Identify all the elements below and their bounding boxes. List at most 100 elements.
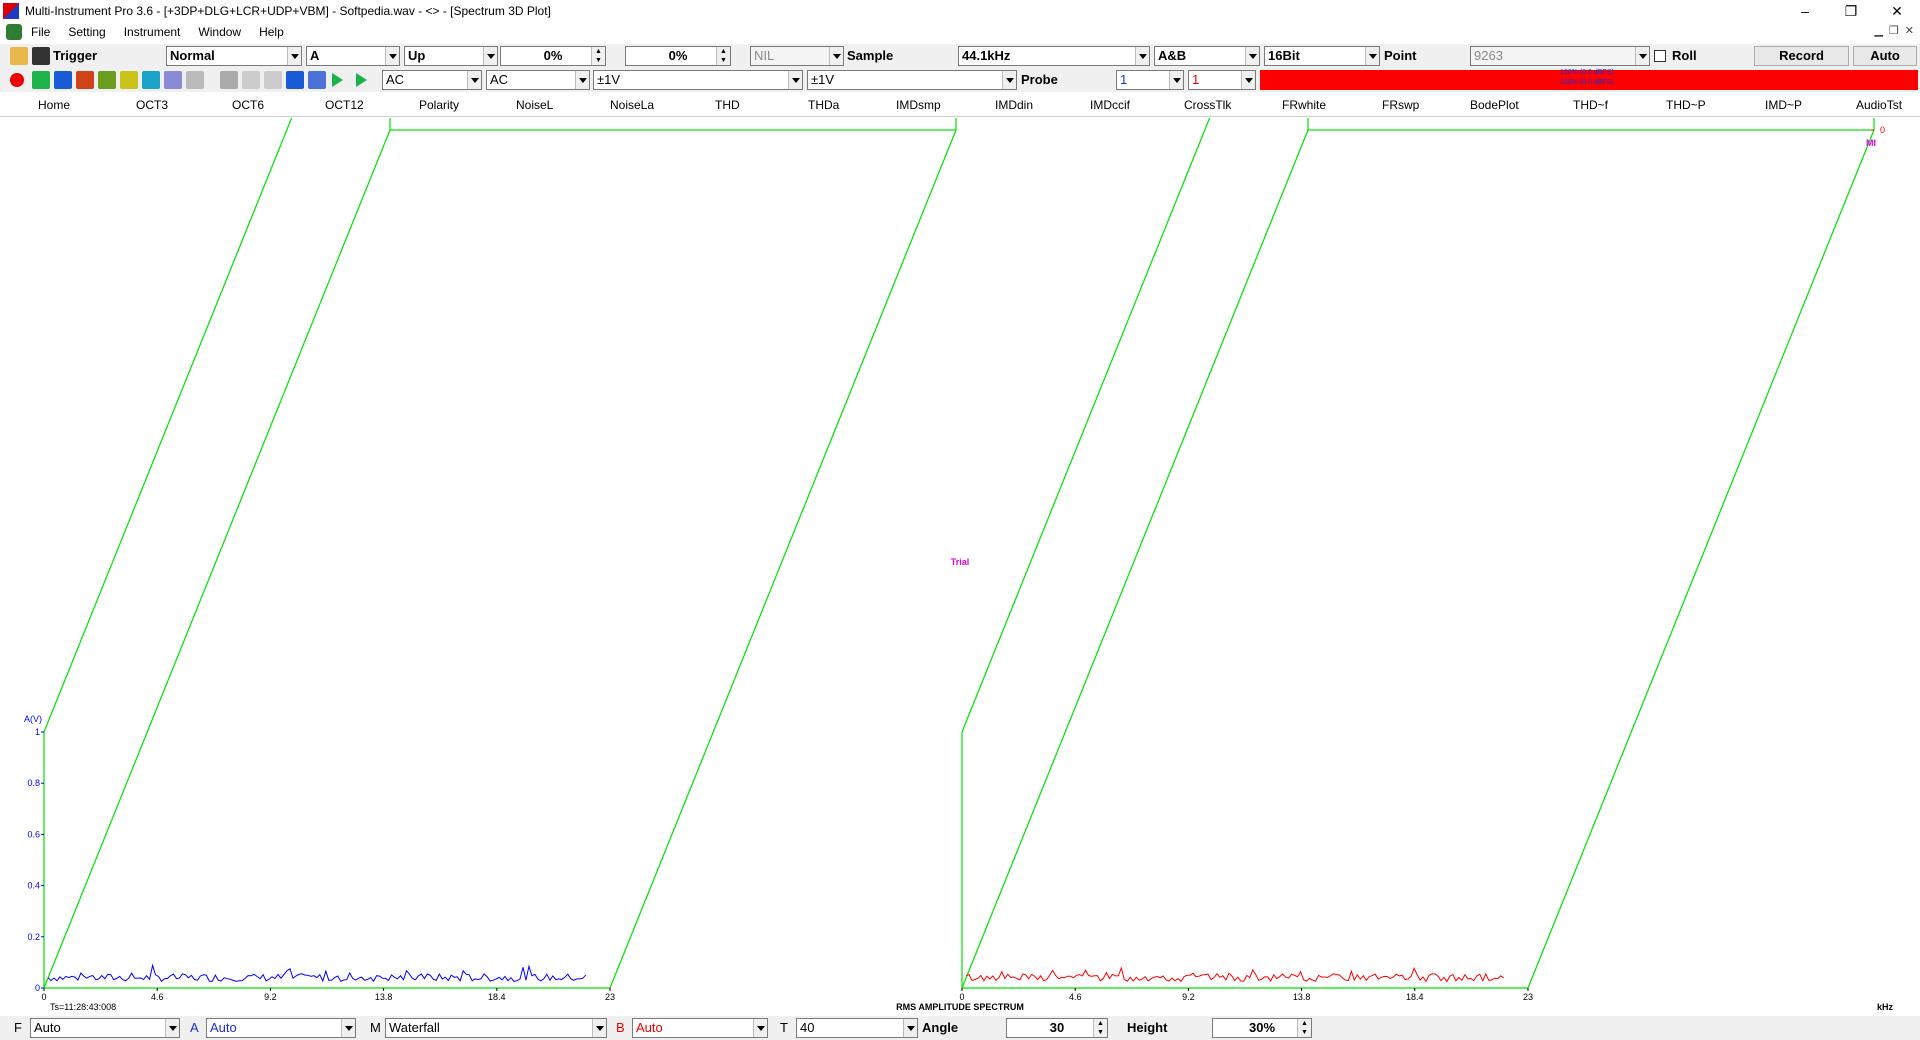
frame-back-panel	[1307, 118, 1875, 131]
y-tick-label: 1	[35, 727, 40, 737]
calibrate-b-icon[interactable]	[264, 71, 282, 89]
tab-oct12[interactable]: OCT12	[325, 93, 364, 117]
channel-a-scale-select[interactable]: Auto	[206, 1018, 356, 1038]
tab-crosstlk[interactable]: CrossTlk	[1184, 93, 1231, 117]
record-dot-icon[interactable]	[10, 73, 24, 87]
play-icon[interactable]	[332, 73, 343, 87]
x-tick-label: 4.6	[1069, 992, 1082, 1002]
trigger-edge-select[interactable]: Up	[404, 46, 498, 66]
height-stepper[interactable]: 30% ▲ ▼	[1212, 1018, 1312, 1038]
menu-file[interactable]: File	[22, 25, 59, 39]
mdi-window-icon[interactable]	[6, 24, 22, 40]
toolbar-trigger: Trigger Normal A Up 0% ▲ ▼ 0% ▲ ▼ NIL Sample…	[0, 44, 1920, 68]
play-once-icon[interactable]	[356, 73, 367, 87]
signal-generator-icon[interactable]	[98, 71, 116, 89]
save-disk-icon[interactable]	[32, 47, 50, 65]
probe-label: Probe	[1021, 72, 1058, 87]
auto-button[interactable]: Auto	[1853, 46, 1917, 66]
bit-depth-select[interactable]: 16Bit	[1264, 46, 1380, 66]
trigger-channel-select[interactable]: A	[306, 46, 400, 66]
probe-b-select[interactable]: 1	[1188, 70, 1256, 90]
dds-generator-icon[interactable]	[120, 71, 138, 89]
y-tick-label: 0	[35, 983, 40, 993]
menu-help[interactable]: Help	[250, 25, 293, 39]
tab-thd-p[interactable]: THD~P	[1666, 93, 1706, 117]
probe-a-select[interactable]: 1	[1116, 70, 1184, 90]
mdi-close-icon[interactable]: ✕	[1905, 24, 1914, 37]
close-button[interactable]: ✕	[1874, 0, 1920, 22]
point-select[interactable]: 9263	[1470, 46, 1650, 66]
tab-thda[interactable]: THDa	[808, 93, 839, 117]
speaker-icon[interactable]	[308, 71, 326, 89]
tab-bodeplot[interactable]: BodePlot	[1470, 93, 1519, 117]
mdi-restore-icon[interactable]: ❐	[1889, 24, 1899, 37]
multimeter-icon[interactable]	[76, 71, 94, 89]
menu-window[interactable]: Window	[189, 25, 250, 39]
level-meter-b: 100% (0.0 dBFS)	[1260, 79, 1918, 90]
y-tick-label: 0.6	[27, 829, 40, 839]
menu-instrument[interactable]: Instrument	[115, 25, 190, 39]
tab-audiotst[interactable]: AudioTst	[1856, 93, 1902, 117]
x-tick-label: 18.4	[1406, 992, 1424, 1002]
spectrum-3d-svg: 10.80.60.40.20A(V)04.69.213.818.42310.80…	[24, 118, 1894, 1012]
trigger-level-stepper[interactable]: 0% ▲ ▼	[500, 46, 606, 66]
trigger-delay-stepper[interactable]: 0% ▲ ▼	[625, 46, 731, 66]
spectrum-trace-b	[965, 966, 1504, 983]
tab-thd-f[interactable]: THD~f	[1573, 93, 1608, 117]
timestamp: Ts=11:28:43:008	[50, 1002, 116, 1012]
tab-home[interactable]: Home	[38, 93, 70, 117]
a-axis-title: A(V)	[24, 714, 42, 724]
range-a-select[interactable]: ±1V	[593, 70, 803, 90]
spectrum-3d-plot[interactable]: 10.80.60.40.20A(V)04.69.213.818.42310.80…	[0, 118, 1920, 1016]
plot-mode-select[interactable]: Waterfall	[385, 1018, 607, 1038]
tab-imdccif[interactable]: IMDccif	[1090, 93, 1130, 117]
tab-oct3[interactable]: OCT3	[136, 93, 168, 117]
calibrate-a-icon[interactable]	[242, 71, 260, 89]
angle-stepper[interactable]: 30 ▲ ▼	[1006, 1018, 1108, 1038]
record-button[interactable]: Record	[1754, 46, 1849, 66]
minimize-button[interactable]: –	[1782, 0, 1828, 22]
wrench-icon[interactable]	[286, 71, 304, 89]
tab-frswp[interactable]: FRswp	[1382, 93, 1419, 117]
roll-label: Roll	[1672, 48, 1697, 63]
menu-setting[interactable]: Setting	[59, 25, 114, 39]
height-label: Height	[1127, 1020, 1168, 1035]
channel-b-scale-select[interactable]: Auto	[632, 1018, 768, 1038]
restore-button[interactable]: ❐	[1828, 0, 1874, 22]
y-tick-label: 0.8	[27, 778, 40, 788]
tab-noisela[interactable]: NoiseLa	[610, 93, 654, 117]
tab-imddin[interactable]: IMDdin	[995, 93, 1033, 117]
coupling-a-select[interactable]: AC	[382, 70, 482, 90]
mdi-minimize-icon[interactable]: ▁	[1874, 24, 1882, 37]
tab-polarity[interactable]: Polarity	[419, 93, 459, 117]
range-b-select[interactable]: ±1V	[807, 70, 1017, 90]
sample-rate-select[interactable]: 44.1kHz	[958, 46, 1150, 66]
coupling-b-select[interactable]: AC	[486, 70, 590, 90]
device-test-icon[interactable]	[164, 71, 182, 89]
tab-oct6[interactable]: OCT6	[232, 93, 264, 117]
t-label: T	[780, 1020, 788, 1035]
nil-select[interactable]: NIL	[750, 46, 844, 66]
x-axis-unit: kHz	[1877, 1002, 1894, 1012]
tab-imd-p[interactable]: IMD~P	[1765, 93, 1802, 117]
open-folder-icon[interactable]	[10, 47, 28, 65]
oscilloscope-icon[interactable]	[32, 71, 50, 89]
menu-bar: File Setting Instrument Window Help	[0, 22, 1920, 42]
app-icon	[3, 3, 19, 19]
frequency-scale-select[interactable]: Auto	[30, 1018, 180, 1038]
spectrum-analyzer-icon[interactable]	[54, 71, 72, 89]
frame-depth-bottom-left	[961, 129, 1309, 989]
probe-icon[interactable]	[220, 71, 238, 89]
data-logger-icon[interactable]	[142, 71, 160, 89]
x-tick-label: 23	[605, 992, 615, 1002]
tab-thd[interactable]: THD	[715, 93, 740, 117]
roll-checkbox[interactable]	[1654, 50, 1666, 62]
stats-icon[interactable]	[186, 71, 204, 89]
channels-select[interactable]: A&B	[1154, 46, 1260, 66]
trigger-mode-select[interactable]: Normal	[166, 46, 302, 66]
tab-imdsmp[interactable]: IMDsmp	[896, 93, 941, 117]
time-frames-select[interactable]: 40	[796, 1018, 918, 1038]
tab-frwhite[interactable]: FRwhite	[1282, 93, 1326, 117]
frame-depth-top-left	[43, 118, 293, 733]
tab-noisel[interactable]: NoiseL	[516, 93, 553, 117]
